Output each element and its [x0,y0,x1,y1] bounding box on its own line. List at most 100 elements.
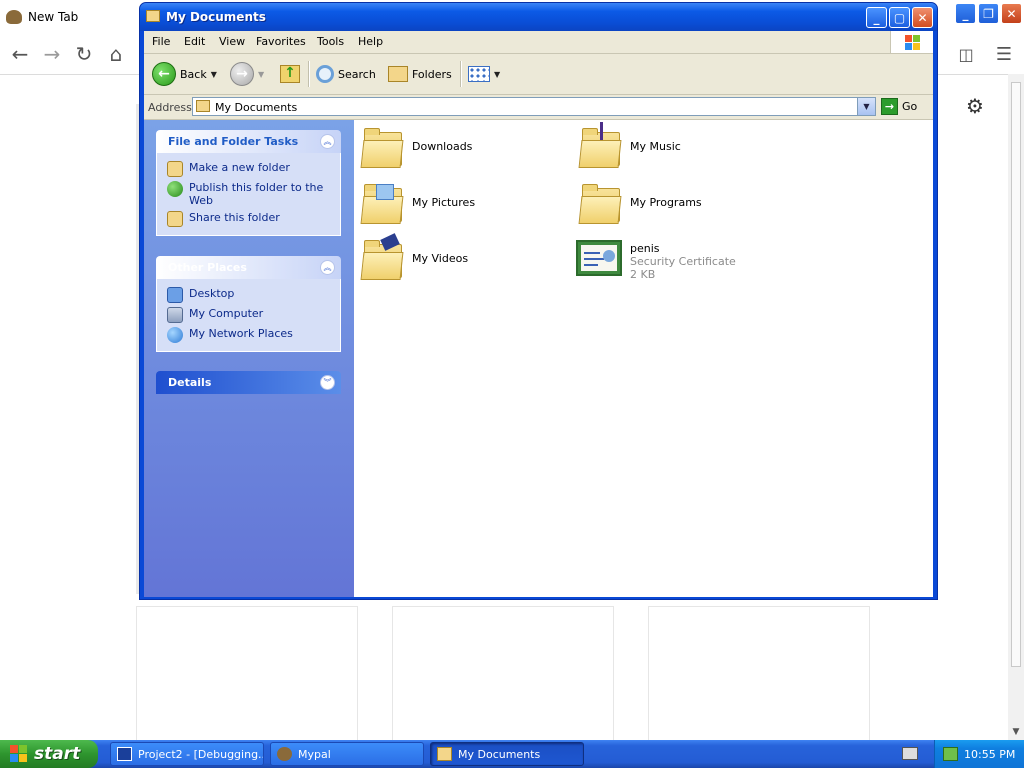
search-label: Search [338,67,376,81]
browser-back-icon[interactable]: ← [6,40,34,68]
folders-label: Folders [412,67,452,81]
file-item-my-videos[interactable]: My Videos [360,233,468,280]
browser-scrollbar-thumb[interactable] [1011,82,1021,667]
menu-view[interactable]: View [219,35,245,48]
task-label: Publish this folder to the Web [189,181,324,207]
menu-help[interactable]: Help [358,35,383,48]
folder-icon [578,184,622,224]
browser-menu-icon[interactable]: ☰ [990,40,1018,68]
file-folder-tasks-title: File and Folder Tasks [168,135,299,148]
file-name: Downloads [412,140,473,153]
place-my-network-places[interactable]: My Network Places [157,325,340,345]
folder-icon [360,128,404,168]
folder-taskbar-icon [437,747,452,761]
taskbar-button-project2[interactable]: Project2 - [Debugging... [110,742,264,766]
menu-tools[interactable]: Tools [317,35,344,48]
search-button[interactable]: Search [316,62,376,86]
window-titlebar[interactable]: My Documents _ ▢ ✕ [140,3,937,31]
task-make-new-folder[interactable]: Make a new folder [157,159,340,179]
place-my-computer[interactable]: My Computer [157,305,340,325]
address-value: My Documents [215,101,298,114]
maximize-button[interactable]: ▢ [889,7,910,28]
browser-scroll-down-icon[interactable]: ▼ [1008,724,1024,740]
taskbar-button-mypal[interactable]: Mypal [270,742,424,766]
file-item-my-pictures[interactable]: My Pictures [360,184,476,224]
newtab-settings-gear-icon[interactable]: ⚙ [966,94,984,118]
start-button[interactable]: start [0,740,98,768]
views-button[interactable]: ▼ [468,62,500,86]
file-item-my-music[interactable]: My Music [578,122,681,168]
browser-forward-icon[interactable]: → [38,40,66,68]
newtab-tile[interactable] [136,606,358,746]
browser-tab-title: New Tab [28,10,79,24]
browser-home-icon[interactable]: ⌂ [102,40,130,68]
address-input[interactable]: My Documents ▼ [192,97,876,116]
back-dropdown-icon[interactable]: ▼ [211,70,217,79]
task-publish-to-web[interactable]: Publish this folder to the Web [157,179,340,209]
explorer-window: My Documents _ ▢ ✕ File Edit View Favori… [139,2,938,600]
details-title: Details [168,376,212,389]
browser-scrollbar[interactable]: ▼ [1008,74,1024,740]
taskbar-button-my-documents[interactable]: My Documents [430,742,584,766]
up-folder-icon: ↑ [280,65,300,83]
close-button[interactable]: ✕ [912,7,933,28]
collapse-chevron-icon[interactable]: ︽ [320,134,335,149]
browser-restore-button[interactable]: ❐ [978,3,999,24]
details-header[interactable]: Details ︾ [156,371,341,394]
other-places-header[interactable]: Other Places ︽ [156,256,341,279]
menu-file[interactable]: File [152,35,170,48]
taskbar: start Project2 - [Debugging... Mypal My … [0,740,1024,768]
folders-button[interactable]: Folders [388,62,452,86]
security-certificate-icon [576,240,622,276]
clock[interactable]: 10:55 PM [964,748,1015,761]
views-dropdown-icon[interactable]: ▼ [494,70,500,79]
go-button[interactable]: → Go [881,97,917,116]
other-places-panel: Other Places ︽ Desktop My Computer My Ne… [156,256,341,352]
collapse-chevron-icon[interactable]: ︽ [320,260,335,275]
task-share-folder[interactable]: Share this folder [157,209,340,229]
back-button[interactable]: ← Back ▼ [152,62,217,86]
browser-reload-icon[interactable]: ↻ [70,40,98,68]
file-folder-tasks-panel: File and Folder Tasks ︽ Make a new folde… [156,130,341,236]
network-places-icon [167,327,183,343]
toolbar-separator [308,61,310,87]
file-name: My Pictures [412,196,476,209]
tray-network-icon[interactable] [943,747,958,761]
address-dropdown-icon[interactable]: ▼ [857,98,875,115]
newtab-tile[interactable] [648,606,870,746]
browser-sidebar-icon[interactable]: ◫ [952,40,980,68]
file-name: penis [630,242,660,255]
system-tray: 10:55 PM [934,740,1024,768]
file-type: Security Certificate [630,255,736,268]
place-desktop[interactable]: Desktop [157,285,340,305]
browser-close-button[interactable]: ✕ [1001,3,1022,24]
folder-title-icon [146,10,160,22]
menu-favorites[interactable]: Favorites [256,35,306,48]
my-computer-icon [167,307,183,323]
keyboard-language-icon[interactable] [902,747,918,760]
expand-chevron-icon[interactable]: ︾ [320,375,335,390]
file-list-area: Downloads My Music My Pictures My Progra… [354,120,933,597]
file-item-downloads[interactable]: Downloads [360,128,473,168]
browser-minimize-button[interactable]: _ [955,3,976,24]
file-item-certificate[interactable]: penis Security Certificate 2 KB [576,240,736,281]
back-label: Back [180,67,207,81]
file-folder-tasks-header[interactable]: File and Folder Tasks ︽ [156,130,341,153]
forward-dropdown-icon[interactable]: ▼ [258,70,264,79]
vb-project-icon [117,747,132,761]
back-arrow-icon: ← [152,62,176,86]
address-label: Address [148,101,192,114]
forward-button[interactable]: → ▼ [230,62,264,86]
file-name: My Programs [630,196,702,209]
minimize-button[interactable]: _ [866,7,887,28]
task-label: Share this folder [189,211,280,224]
folders-icon [388,66,408,82]
new-folder-icon [167,161,183,177]
up-folder-button[interactable]: ↑ [280,62,300,86]
go-arrow-icon: → [881,98,898,115]
browser-tab[interactable]: New Tab [6,6,78,28]
windows-logo-icon [890,31,933,53]
newtab-tile[interactable] [392,606,614,746]
menu-edit[interactable]: Edit [184,35,205,48]
file-item-my-programs[interactable]: My Programs [578,184,702,224]
